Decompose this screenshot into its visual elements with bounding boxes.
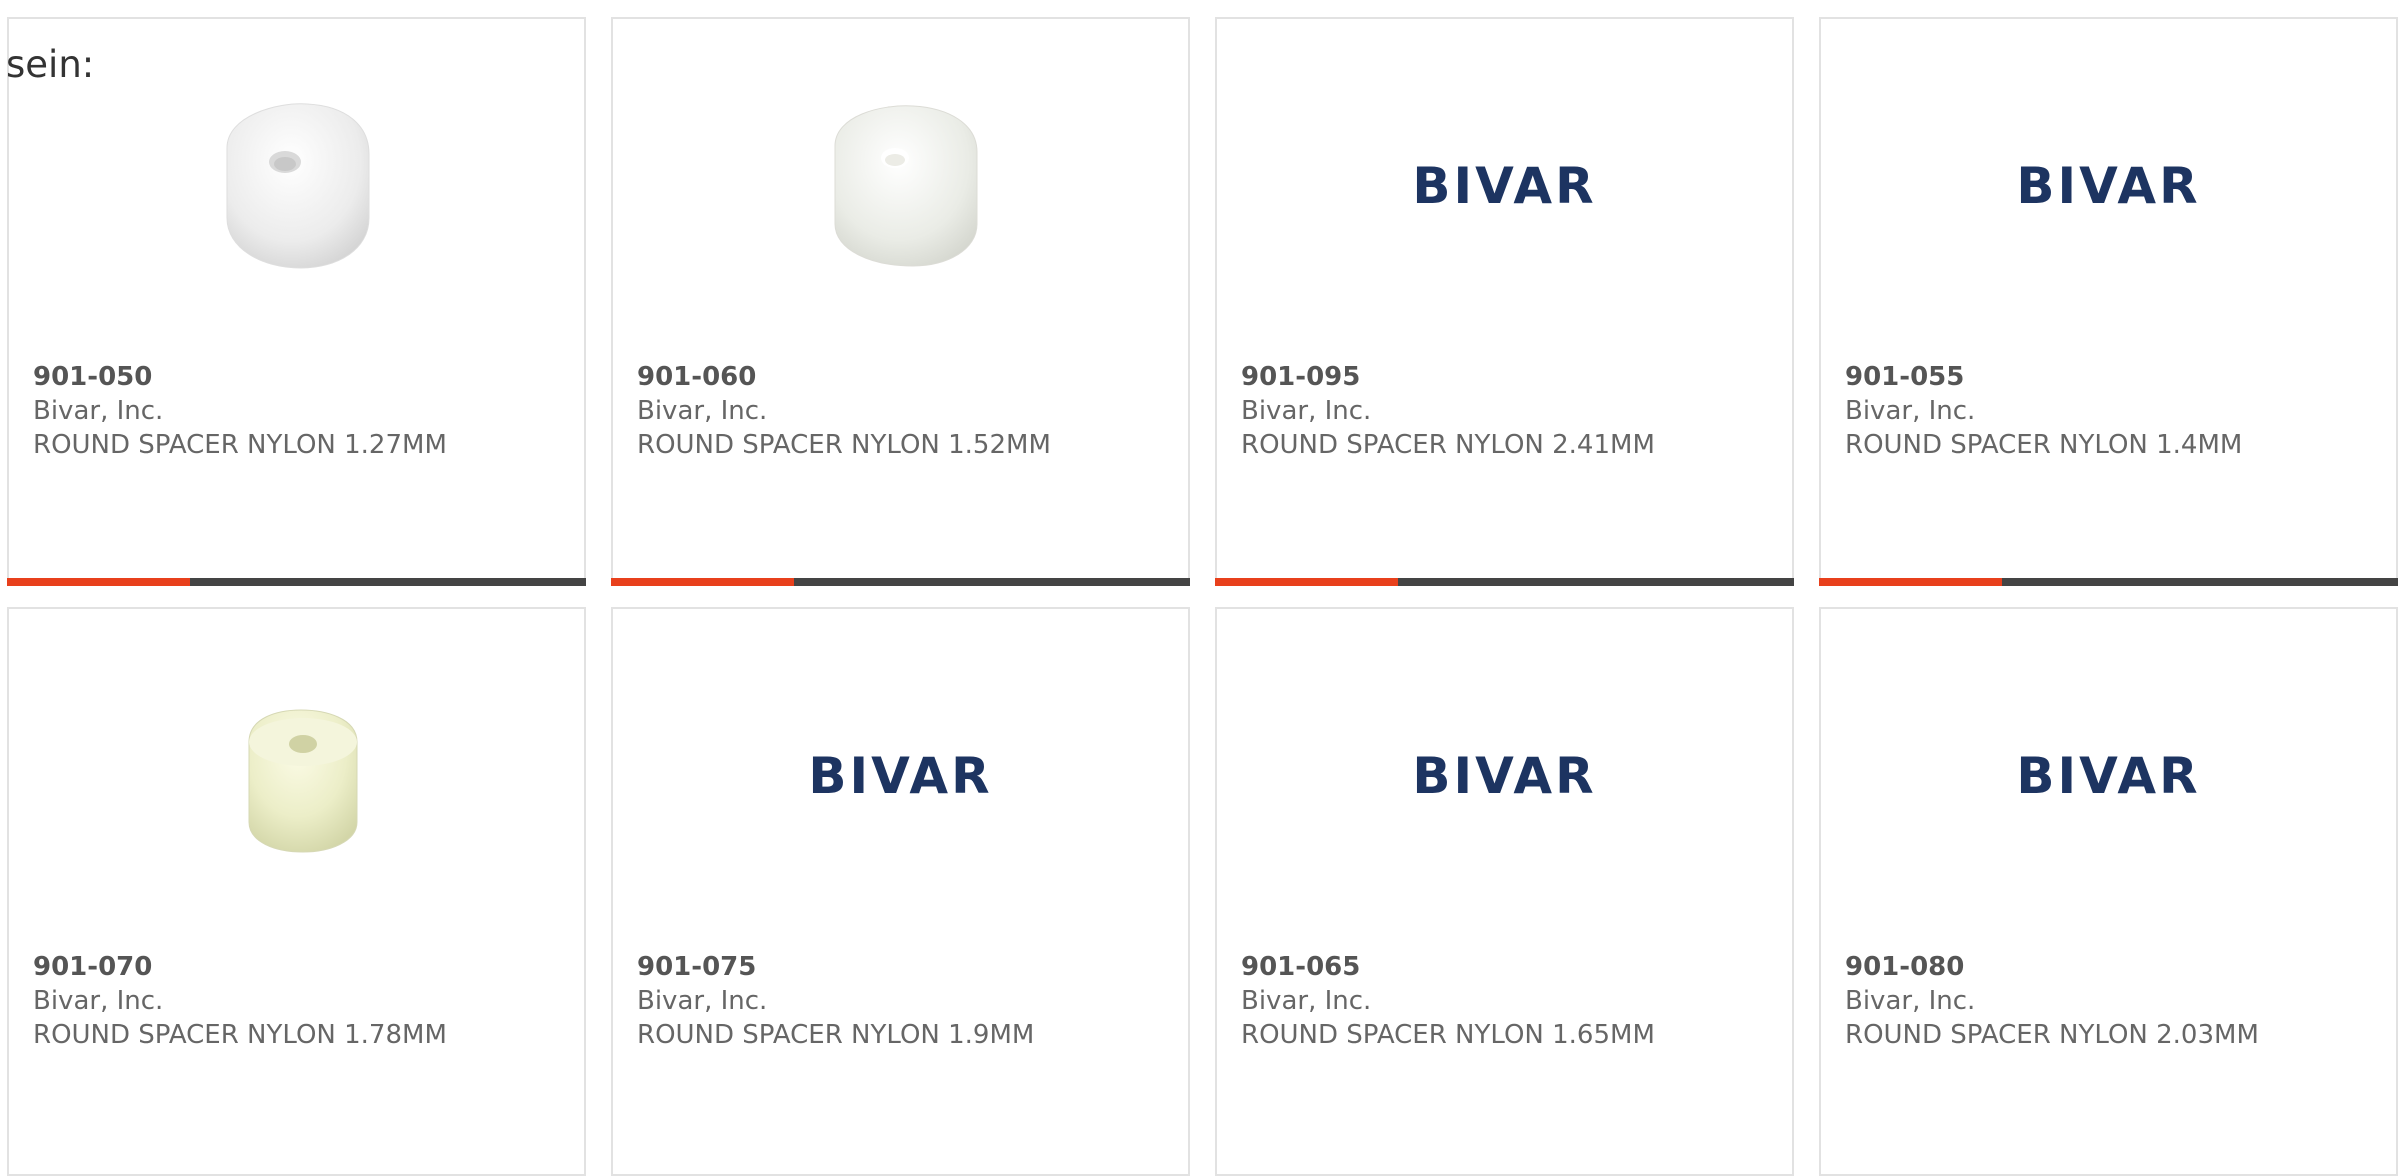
manufacturer: Bivar, Inc. bbox=[637, 396, 768, 426]
description: ROUND SPACER NYLON 1.4MM bbox=[1845, 430, 2243, 460]
product-card[interactable]: 901-070 Bivar, Inc. ROUND SPACER NYLON 1… bbox=[7, 607, 586, 1176]
card-bar bbox=[1215, 578, 1794, 586]
description: ROUND SPACER NYLON 1.52MM bbox=[637, 430, 1051, 460]
description: ROUND SPACER NYLON 1.78MM bbox=[33, 1020, 447, 1050]
product-image[interactable]: BIVAR bbox=[1405, 676, 1605, 876]
product-image[interactable]: BIVAR bbox=[1405, 86, 1605, 286]
spacer-photo-icon bbox=[248, 709, 357, 853]
card-bar bbox=[611, 578, 1190, 586]
description: ROUND SPACER NYLON 1.9MM bbox=[637, 1020, 1035, 1050]
manufacturer: Bivar, Inc. bbox=[637, 986, 768, 1016]
part-number[interactable]: 901-095 bbox=[1241, 360, 1782, 394]
product-card[interactable]: BIVAR 901-065 Bivar, Inc. ROUND SPACER N… bbox=[1215, 607, 1794, 1176]
product-image[interactable] bbox=[197, 86, 397, 286]
product-card[interactable]: BIVAR 901-095 Bivar, Inc. ROUND SPACER N… bbox=[1215, 17, 1794, 586]
product-image[interactable]: BIVAR bbox=[2009, 86, 2209, 286]
bivar-logo-icon: BIVAR bbox=[808, 747, 993, 805]
description: ROUND SPACER NYLON 1.65MM bbox=[1241, 1020, 1655, 1050]
manufacturer: Bivar, Inc. bbox=[1845, 396, 1976, 426]
product-image[interactable]: BIVAR bbox=[2009, 676, 2209, 876]
bivar-logo-icon: BIVAR bbox=[1412, 747, 1597, 805]
description: ROUND SPACER NYLON 1.27MM bbox=[33, 430, 447, 460]
manufacturer: Bivar, Inc. bbox=[33, 986, 164, 1016]
description: ROUND SPACER NYLON 2.03MM bbox=[1845, 1020, 2259, 1050]
card-bar-accent bbox=[7, 578, 190, 586]
part-number[interactable]: 901-070 bbox=[33, 950, 574, 984]
part-number[interactable]: 901-075 bbox=[637, 950, 1178, 984]
card-bar-accent bbox=[1215, 578, 1398, 586]
part-number[interactable]: 901-065 bbox=[1241, 950, 1782, 984]
bivar-logo-icon: BIVAR bbox=[2016, 157, 2201, 215]
product-grid: 901-050 Bivar, Inc. ROUND SPACER NYLON 1… bbox=[7, 17, 2398, 1176]
product-card[interactable]: BIVAR 901-055 Bivar, Inc. ROUND SPACER N… bbox=[1819, 17, 2398, 586]
part-number[interactable]: 901-055 bbox=[1845, 360, 2386, 394]
part-number[interactable]: 901-060 bbox=[637, 360, 1178, 394]
product-image[interactable] bbox=[197, 676, 397, 876]
part-number[interactable]: 901-080 bbox=[1845, 950, 2386, 984]
card-bar bbox=[7, 578, 586, 586]
spacer-photo-icon bbox=[834, 105, 977, 267]
manufacturer: Bivar, Inc. bbox=[1241, 396, 1372, 426]
manufacturer: Bivar, Inc. bbox=[1845, 986, 1976, 1016]
spacer-photo-icon bbox=[226, 103, 369, 269]
product-image[interactable] bbox=[801, 86, 1001, 286]
product-card[interactable]: BIVAR 901-075 Bivar, Inc. ROUND SPACER N… bbox=[611, 607, 1190, 1176]
product-image[interactable]: BIVAR bbox=[801, 676, 1001, 876]
manufacturer: Bivar, Inc. bbox=[33, 396, 164, 426]
bivar-logo-icon: BIVAR bbox=[2016, 747, 2201, 805]
part-number[interactable]: 901-050 bbox=[33, 360, 574, 394]
description: ROUND SPACER NYLON 2.41MM bbox=[1241, 430, 1655, 460]
product-card[interactable]: 901-050 Bivar, Inc. ROUND SPACER NYLON 1… bbox=[7, 17, 586, 586]
card-bar-accent bbox=[611, 578, 794, 586]
card-bar-accent bbox=[1819, 578, 2002, 586]
card-bar bbox=[1819, 578, 2398, 586]
product-card[interactable]: BIVAR 901-080 Bivar, Inc. ROUND SPACER N… bbox=[1819, 607, 2398, 1176]
product-card[interactable]: 901-060 Bivar, Inc. ROUND SPACER NYLON 1… bbox=[611, 17, 1190, 586]
bivar-logo-icon: BIVAR bbox=[1412, 157, 1597, 215]
manufacturer: Bivar, Inc. bbox=[1241, 986, 1372, 1016]
stray-text: sein: bbox=[6, 43, 95, 86]
